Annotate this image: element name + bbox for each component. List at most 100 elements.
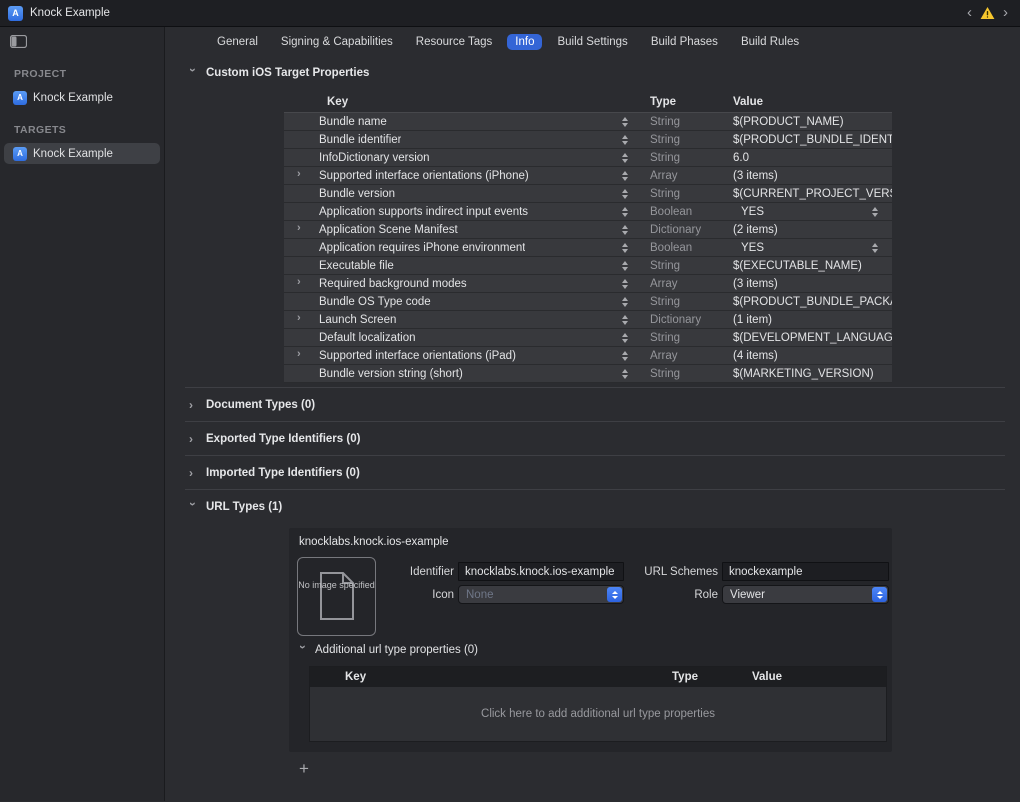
properties-table-header: Key Type Value (284, 91, 892, 113)
stepper-icon[interactable] (620, 189, 630, 199)
stepper-icon[interactable] (620, 261, 630, 271)
sidebar-item-knock-example[interactable]: AKnock Example (4, 87, 160, 108)
type-cell: String (639, 368, 723, 380)
stepper-icon[interactable] (620, 369, 630, 379)
type-cell: Array (639, 278, 723, 290)
chevron-right-icon[interactable]: › (297, 222, 301, 234)
table-row[interactable]: Bundle identifierString$(PRODUCT_BUNDLE_… (284, 131, 892, 149)
value-label: $(CURRENT_PROJECT_VERSION) (733, 188, 892, 200)
table-row[interactable]: Bundle nameString$(PRODUCT_NAME) (284, 113, 892, 131)
warning-icon[interactable] (980, 6, 995, 20)
identifier-input[interactable] (458, 562, 624, 581)
url-type-item-title: knocklabs.knock.ios-example (297, 536, 892, 557)
stepper-icon[interactable] (620, 279, 630, 289)
table-row[interactable]: Default localizationString$(DEVELOPMENT_… (284, 329, 892, 347)
section-title: Exported Type Identifiers (0) (206, 433, 360, 445)
stepper-icon[interactable] (620, 207, 630, 217)
chevron-down-icon: › (188, 68, 198, 76)
table-row[interactable]: Bundle OS Type codeString$(PRODUCT_BUNDL… (284, 293, 892, 311)
stepper-icon[interactable] (620, 225, 630, 235)
section-imported-type-identifiers-0[interactable]: › Imported Type Identifiers (0) (185, 456, 1005, 489)
key-cell: Bundle identifier (284, 131, 639, 148)
tab-build-phases[interactable]: Build Phases (643, 34, 726, 50)
key-cell: › Supported interface orientations (iPhon… (284, 167, 639, 184)
table-row[interactable]: ›Required background modesArray(3 items) (284, 275, 892, 293)
key-label: Executable file (319, 260, 394, 272)
image-well-placeholder: No image specified (298, 580, 375, 591)
table-row[interactable]: Executable fileString$(EXECUTABLE_NAME) (284, 257, 892, 275)
stepper-icon[interactable] (620, 243, 630, 253)
chevron-right-icon[interactable]: › (297, 168, 301, 180)
identifier-label: Identifier (382, 566, 454, 578)
additional-table-header: Key Type Value (310, 667, 886, 687)
key-label: Application requires iPhone environment (319, 242, 525, 254)
chevron-down-icon: › (298, 645, 308, 653)
additional-table-empty-area[interactable]: Click here to add additional url type pr… (310, 687, 886, 741)
table-row[interactable]: ›Supported interface orientations (iPad)… (284, 347, 892, 365)
key-label: Default localization (319, 332, 416, 344)
value-label: $(PRODUCT_NAME) (733, 116, 844, 128)
table-row[interactable]: ›Launch ScreenDictionary(1 item) (284, 311, 892, 329)
stepper-icon[interactable] (620, 171, 630, 181)
back-icon[interactable]: ‹ (965, 6, 974, 20)
sidebar-item-knock-example[interactable]: AKnock Example (4, 143, 160, 164)
stepper-icon[interactable] (620, 297, 630, 307)
value-label: (1 item) (733, 314, 772, 326)
url-schemes-input[interactable] (722, 562, 889, 581)
popup-arrows-icon (872, 587, 887, 602)
stepper-icon[interactable] (870, 207, 880, 217)
stepper-icon[interactable] (620, 333, 630, 343)
table-row[interactable]: ›Application Scene ManifestDictionary(2 … (284, 221, 892, 239)
icon-image-well[interactable]: No image specified (297, 557, 376, 636)
section-additional-url-type-properties[interactable]: › Additional url type properties (0) (297, 644, 892, 656)
value-cell: $(CURRENT_PROJECT_VERSION) (723, 185, 892, 202)
add-url-type-button[interactable]: + (295, 760, 313, 778)
table-row[interactable]: Application requires iPhone environmentB… (284, 239, 892, 257)
tab-build-settings[interactable]: Build Settings (549, 34, 635, 50)
type-cell: Dictionary (639, 224, 723, 236)
section-title: Imported Type Identifiers (0) (206, 467, 360, 479)
key-cell: Bundle name (284, 113, 639, 130)
key-label: Supported interface orientations (iPhone… (319, 170, 529, 182)
chevron-right-icon[interactable]: › (297, 312, 301, 324)
stepper-icon[interactable] (620, 117, 630, 127)
chevron-right-icon[interactable]: › (297, 276, 301, 288)
tab-signing-capabilities[interactable]: Signing & Capabilities (273, 34, 401, 50)
value-cell: $(PRODUCT_BUNDLE_IDENTIFIER) (723, 131, 892, 148)
chevron-down-icon: › (188, 502, 198, 510)
section-exported-type-identifiers-0[interactable]: ›Exported Type Identifiers (0) (185, 422, 1005, 455)
value-label: (3 items) (733, 170, 778, 182)
tab-resource-tags[interactable]: Resource Tags (408, 34, 501, 50)
app-icon: A (13, 147, 27, 161)
toggle-navigator-icon[interactable] (10, 35, 27, 48)
tab-info[interactable]: Info (507, 34, 542, 50)
section-document-types-0[interactable]: ›Document Types (0) (185, 388, 1005, 421)
table-row[interactable]: › Supported interface orientations (iPhon… (284, 167, 892, 185)
value-cell: $(MARKETING_VERSION) (723, 365, 892, 382)
role-popup[interactable]: Viewer (722, 585, 889, 604)
column-header-value: Value (752, 671, 886, 683)
role-label: Role (628, 589, 718, 601)
sidebar-item-label: Knock Example (33, 92, 113, 104)
stepper-icon[interactable] (620, 351, 630, 361)
table-row[interactable]: InfoDictionary versionString6.0 (284, 149, 892, 167)
value-cell: YES (723, 203, 892, 220)
section-url-types[interactable]: › URL Types (1) (185, 490, 1005, 523)
section-custom-ios-target-properties[interactable]: › Custom iOS Target Properties (185, 56, 1005, 89)
table-row[interactable]: Application supports indirect input even… (284, 203, 892, 221)
empty-table-message: Click here to add additional url type pr… (481, 708, 715, 720)
stepper-icon[interactable] (870, 243, 880, 253)
forward-icon[interactable]: › (1001, 6, 1010, 20)
key-cell: ›Supported interface orientations (iPad) (284, 347, 639, 364)
stepper-icon[interactable] (620, 135, 630, 145)
stepper-icon[interactable] (620, 153, 630, 163)
tab-general[interactable]: General (209, 34, 266, 50)
table-row[interactable]: Bundle version string (short) String$(MAR… (284, 365, 892, 383)
key-label: Bundle version string (short) (319, 368, 463, 380)
chevron-right-icon[interactable]: › (297, 348, 301, 360)
table-row[interactable]: Bundle versionString$(CURRENT_PROJECT_VE… (284, 185, 892, 203)
icon-popup[interactable]: None (458, 585, 624, 604)
chevron-right-icon: › (189, 468, 197, 478)
stepper-icon[interactable] (620, 315, 630, 325)
tab-build-rules[interactable]: Build Rules (733, 34, 807, 50)
